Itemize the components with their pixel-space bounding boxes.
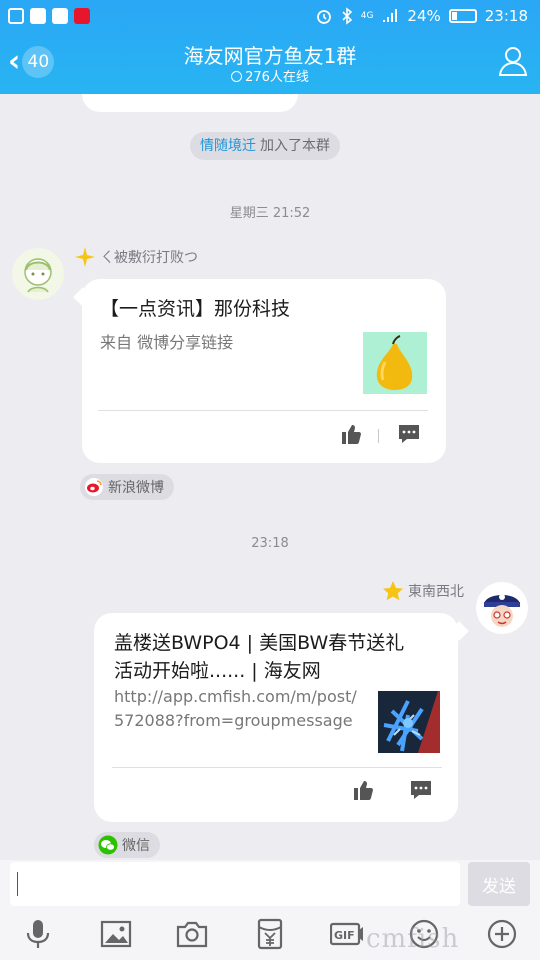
card-title-line: 盖楼送BWPO4 | 美国BW春节送礼 [114, 632, 405, 654]
avatar[interactable] [12, 248, 64, 300]
coral-icon [378, 691, 440, 753]
alarm-icon [316, 10, 331, 24]
comment-button[interactable] [410, 779, 432, 801]
weibo-icon [74, 8, 90, 24]
card-description: 来自 微博分享链接 [100, 333, 234, 352]
link-card[interactable]: 盖楼送BWPO4 | 美国BW春节送礼 活动开始啦...... | 海友网 ht… [94, 613, 458, 822]
timestamp: 星期三 21:52 [229, 206, 311, 221]
more-button[interactable] [486, 918, 518, 950]
image-icon [100, 920, 132, 948]
weibo-icon [85, 478, 103, 496]
card-url: http://app.cmfish.com/m/post/ 572088?fro… [114, 685, 357, 733]
card-thumbnail [378, 691, 440, 753]
thumbs-up-icon [354, 781, 373, 800]
sparkle-icon [75, 247, 95, 267]
thumbs-up-icon [342, 425, 361, 444]
send-button[interactable]: 发送 [468, 862, 530, 906]
bluetooth-icon [342, 7, 352, 25]
status-bar: 4G 24% 23:18 [0, 0, 540, 34]
photo-button[interactable] [100, 918, 132, 950]
sender-name: 東南西北 [408, 584, 464, 600]
online-count-text: 276人在线 [245, 70, 309, 85]
text-caret [17, 872, 18, 896]
red-packet-icon [257, 918, 283, 950]
wechat-icon [30, 8, 46, 24]
input-bar: 发送 GIF cmfish [0, 860, 540, 960]
source-label: 微信 [122, 838, 150, 854]
group-members-button[interactable] [496, 44, 530, 78]
card-thumbnail [363, 332, 427, 394]
microphone-icon [26, 920, 50, 948]
pirate-avatar-icon [484, 594, 520, 627]
sender-name: ㄑ被敷衍打败つ [100, 250, 198, 266]
gif-button[interactable]: GIF [329, 918, 364, 950]
card-divider [112, 767, 442, 768]
battery-icon [448, 9, 477, 23]
source-tag[interactable]: 新浪微博 [80, 474, 174, 500]
action-separator [378, 429, 379, 443]
card-title-line: 活动开始啦...... | 海友网 [114, 660, 321, 682]
comment-button[interactable] [398, 423, 420, 445]
chat-header: ‹ 40 海友网官方鱼友1群 276人在线 [0, 34, 540, 94]
like-button[interactable] [352, 779, 374, 801]
pear-icon [376, 335, 413, 390]
gif-icon: GIF [329, 922, 363, 946]
battery-percent: 24% [407, 7, 441, 25]
online-icon [231, 71, 243, 82]
comment-icon [399, 425, 419, 443]
timestamp: 23:18 [251, 536, 289, 551]
wechat-icon [98, 835, 118, 855]
signal-icon [383, 9, 398, 22]
chat-area[interactable]: 情随境迁 加入了本群 星期三 21:52 ㄑ被敷衍打败つ 【一点资讯】那份科技 来… [0, 94, 540, 860]
link-card[interactable]: 【一点资讯】那份科技 来自 微博分享链接 [82, 279, 446, 463]
red-packet-button[interactable] [254, 918, 286, 950]
like-button[interactable] [340, 423, 362, 445]
card-url-line: http://app.cmfish.com/m/post/ [114, 687, 357, 706]
person-icon [498, 47, 528, 76]
star-icon [383, 581, 403, 601]
source-tag[interactable]: 微信 [94, 832, 160, 858]
network-type: 4G [360, 11, 374, 21]
comment-icon [411, 781, 431, 799]
system-notice: 情随境迁 加入了本群 [190, 132, 340, 160]
camera-button[interactable] [176, 918, 208, 950]
card-url-line: 572088?from=groupmessage [114, 711, 353, 730]
cartoon-avatar-icon [24, 258, 52, 293]
status-right: 4G 24% 23:18 [315, 7, 528, 25]
svg-text:GIF: GIF [334, 929, 355, 942]
clock: 23:18 [484, 7, 528, 25]
card-title: 【一点资讯】那份科技 [100, 298, 291, 320]
camera-icon [176, 921, 208, 948]
group-title: 海友网官方鱼友1群 [183, 44, 357, 68]
sender-nickname: ㄑ被敷衍打败つ [74, 246, 198, 268]
online-count: 276人在线 [0, 66, 540, 85]
source-label: 新浪微博 [108, 480, 164, 496]
card-title: 盖楼送BWPO4 | 美国BW春节送礼 活动开始啦...... | 海友网 [114, 629, 404, 685]
plus-circle-icon [487, 919, 517, 949]
joined-text: 加入了本群 [260, 138, 330, 154]
previous-message-bubble[interactable] [82, 94, 298, 112]
voice-button[interactable] [22, 918, 54, 950]
watermark: cmfish [366, 924, 460, 954]
sender-nickname: 東南西北 [382, 580, 464, 602]
notification-icons [8, 8, 90, 24]
top-bar: 4G 24% 23:18 ‹ 40 海友网官方鱼友1群 276人在线 [0, 0, 540, 94]
message-input[interactable] [10, 862, 460, 906]
card-divider [98, 410, 428, 411]
joined-user-name[interactable]: 情随境迁 [200, 138, 256, 154]
gallery-icon [52, 8, 68, 24]
avatar[interactable] [476, 582, 528, 634]
screenshot-icon [8, 8, 24, 24]
